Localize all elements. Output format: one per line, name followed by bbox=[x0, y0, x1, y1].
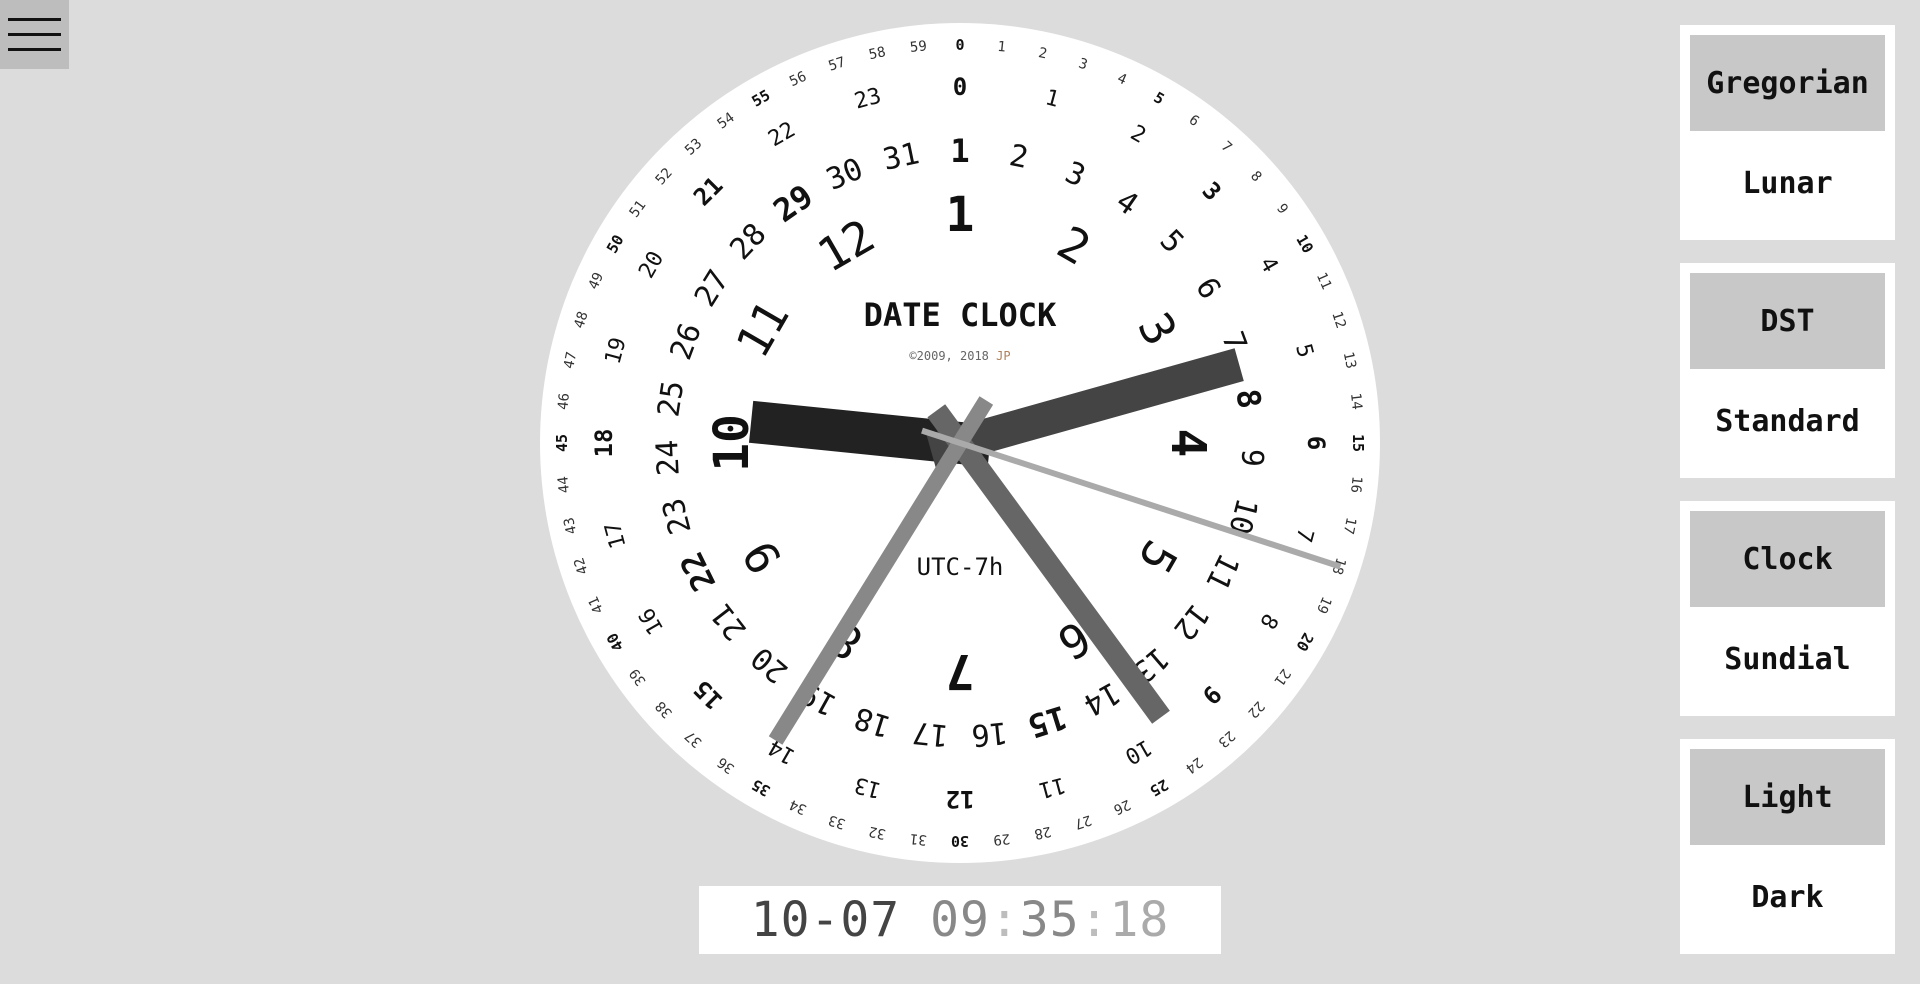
hour-ring-label: 12 bbox=[946, 785, 975, 813]
day-ring-label: 16 bbox=[970, 714, 1009, 752]
clock-mode-toggle-panel: Clock Sundial bbox=[1680, 501, 1895, 716]
gregorian-option[interactable]: Gregorian bbox=[1690, 35, 1885, 131]
day-ring-label: 9 bbox=[1234, 448, 1270, 468]
minute-ring-label: 17 bbox=[1340, 516, 1359, 536]
day-ring-label: 31 bbox=[880, 136, 922, 178]
lunar-option[interactable]: Lunar bbox=[1690, 135, 1885, 231]
readout-separator: : bbox=[1079, 892, 1110, 948]
copyright-author-link[interactable]: JP bbox=[996, 349, 1010, 363]
minute-ring-label: 46 bbox=[555, 392, 573, 410]
minute-ring-label: 14 bbox=[1347, 392, 1365, 410]
hour-ring-label: 0 bbox=[953, 73, 967, 101]
dst-toggle-panel: DST Standard bbox=[1680, 263, 1895, 478]
dark-option[interactable]: Dark bbox=[1690, 849, 1885, 945]
minute-ring-label: 43 bbox=[561, 516, 580, 536]
minute-ring-label: 30 bbox=[951, 832, 969, 850]
month-label: 7 bbox=[946, 643, 975, 699]
dst-option[interactable]: DST bbox=[1690, 273, 1885, 369]
month-label: 1 bbox=[946, 187, 975, 243]
date-time-readout: 10-07 09:35:18 bbox=[699, 886, 1221, 954]
minute-ring-label: 16 bbox=[1347, 475, 1365, 493]
sundial-option[interactable]: Sundial bbox=[1690, 611, 1885, 707]
minute-ring-label: 13 bbox=[1340, 350, 1359, 370]
minute-ring-label: 0 bbox=[955, 36, 964, 54]
date-clock: 0123456789101112131415161718192021222324… bbox=[540, 23, 1380, 863]
day-ring-label: 1 bbox=[950, 132, 969, 170]
theme-toggle-panel: Light Dark bbox=[1680, 739, 1895, 954]
readout-second: 18 bbox=[1109, 892, 1170, 948]
minute-ring-label: 29 bbox=[992, 830, 1010, 848]
minute-ring-label: 1 bbox=[997, 39, 1007, 56]
hour-ring-label: 6 bbox=[1302, 436, 1330, 450]
minute-ring-label: 32 bbox=[867, 823, 887, 842]
readout-separator: : bbox=[989, 892, 1020, 948]
day-ring-label: 25 bbox=[651, 378, 691, 419]
minute-ring-label: 15 bbox=[1349, 434, 1367, 452]
minute-ring-label: 28 bbox=[1033, 823, 1053, 842]
timezone-label: UTC-7h bbox=[917, 553, 1004, 581]
light-option[interactable]: Light bbox=[1690, 749, 1885, 845]
month-label: 4 bbox=[1160, 429, 1216, 458]
minute-ring-label: 47 bbox=[561, 350, 580, 370]
readout-minute: 35 bbox=[1019, 892, 1080, 948]
minute-ring-label: 45 bbox=[553, 434, 571, 452]
standard-option[interactable]: Standard bbox=[1690, 373, 1885, 469]
clock-option[interactable]: Clock bbox=[1690, 511, 1885, 607]
day-ring-label: 17 bbox=[911, 714, 950, 752]
minute-ring-label: 31 bbox=[909, 830, 927, 848]
minute-ring-label: 44 bbox=[555, 475, 573, 493]
clock-title: DATE CLOCK bbox=[864, 296, 1057, 334]
minute-ring-label: 58 bbox=[867, 44, 887, 63]
copyright-text: ©2009, 2018 JP bbox=[909, 349, 1010, 363]
readout-hour: 09 bbox=[930, 892, 990, 948]
readout-date: 10-07 bbox=[750, 892, 901, 948]
minute-ring-label: 59 bbox=[909, 38, 927, 56]
hour-ring-label: 18 bbox=[590, 429, 618, 458]
calendar-toggle-panel: Gregorian Lunar bbox=[1680, 25, 1895, 240]
day-ring-label: 24 bbox=[650, 439, 687, 477]
